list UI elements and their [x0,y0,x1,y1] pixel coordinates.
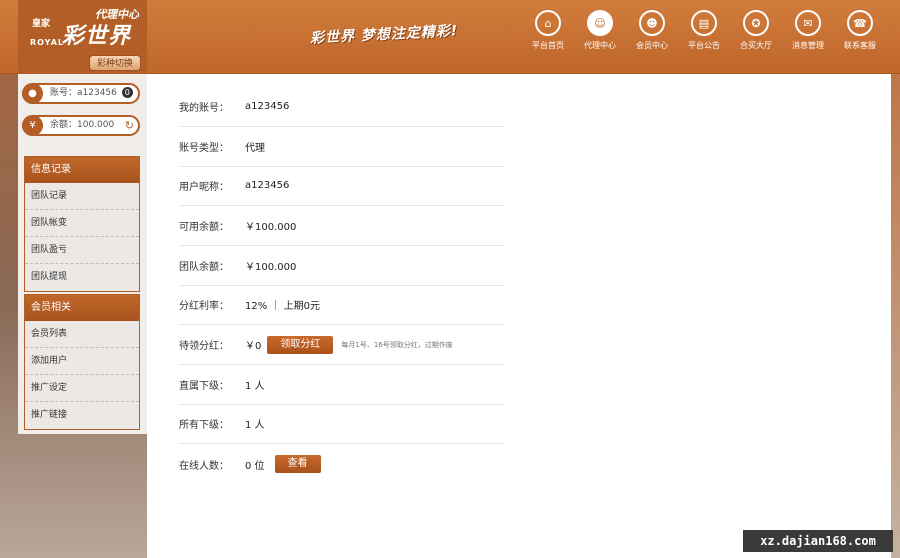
row-value: 1 人 [245,381,265,392]
nav-label: 代理中心 [584,41,616,50]
claim-dividend-button[interactable]: 领取分红 [267,335,334,354]
nav-label: 联系客服 [844,41,876,50]
row-value: 1 人 [245,420,265,431]
nav-label: 平台公告 [688,41,720,50]
user-icon: ☻ [639,10,665,36]
support-icon: ☎ [847,10,873,36]
dividend-hint: 每月1号、16号领取分红，过期作废 [341,340,453,349]
nav-support[interactable]: ☎ 联系客服 [834,10,886,51]
row-value: ￥100.000 [245,222,297,233]
info-row: 待领分红： ￥0 领取分红 每月1号、16号领取分红，过期作废 [179,325,505,365]
menu-group-members: 会员相关 会员列表 添加用户 推广设定 推广链接 [24,294,140,430]
balance-label: 余额： [50,120,78,130]
row-value: 12% ｜ 上期0元 [245,301,320,312]
sidebar-item-team-changes[interactable]: 团队帐变 [25,210,139,237]
nav-label: 消息管理 [792,41,824,50]
group-buy-icon: ✪ [743,10,769,36]
sidebar-item-promo-settings[interactable]: 推广设定 [25,375,139,402]
row-value: 代理 [245,143,265,154]
info-row: 账号类型： 代理 [179,127,505,167]
account-info-panel: 我的账号： a123456 账号类型： 代理 用户昵称： a123456 可用余… [147,74,891,558]
menu-group-info: 信息记录 团队记录 团队帐变 团队盈亏 团队提现 [24,156,140,292]
row-label: 待领分红： [179,341,229,352]
menu-group-title[interactable]: 信息记录 [25,157,139,183]
message-count-badge[interactable]: 0 [121,87,133,98]
row-label: 用户昵称： [179,182,229,193]
row-value: 0 位 [245,460,265,472]
balance-value: 100.000 [77,120,115,130]
row-label: 团队余额： [179,262,229,273]
nav-member-center[interactable]: ☻ 会员中心 [626,10,678,51]
slogan: 彩世界 梦想注定精彩! [309,23,459,47]
refresh-icon[interactable]: ↻ [125,117,134,134]
nav-notice[interactable]: ▤ 平台公告 [678,10,730,51]
logo-royal: ROYAL [30,38,64,47]
sidebar-item-promo-link[interactable]: 推广链接 [25,402,139,429]
agent-icon: ☺ [587,10,613,36]
row-label: 所有下级： [179,420,229,431]
row-value: a123456 [245,180,290,191]
logo[interactable]: 皇家 彩世界 ROYAL 代理中心 彩种切换 [18,0,147,74]
nav-agent-center[interactable]: ☺ 代理中心 [574,10,626,51]
row-value: ￥100.000 [245,262,297,273]
info-row: 可用余额： ￥100.000 [179,206,505,246]
top-nav: ⌂ 平台首页 ☺ 代理中心 ☻ 会员中心 ▤ 平台公告 ✪ 合买大厅 ✉ 消息管… [522,10,886,51]
nav-label: 平台首页 [532,41,564,50]
sidebar-item-team-withdraw[interactable]: 团队提现 [25,264,139,291]
sidebar: ● 账号：a123456 0 ¥ 余额：100.000 ↻ 信息记录 团队记录 … [18,74,147,434]
top-header: 皇家 彩世界 ROYAL 代理中心 彩种切换 彩世界 梦想注定精彩! ⌂ 平台首… [0,0,900,74]
balance-pill: ¥ 余额：100.000 ↻ [22,115,140,136]
info-row: 用户昵称： a123456 [179,166,505,206]
row-label: 可用余额： [179,222,229,233]
nav-label: 合买大厅 [740,41,772,50]
account-pill: ● 账号：a123456 0 [22,83,140,104]
right-edge-strip [891,74,900,558]
notice-icon: ▤ [691,10,717,36]
sidebar-item-member-list[interactable]: 会员列表 [25,321,139,348]
row-label: 分红利率： [179,301,229,312]
logo-tag: 代理中心 [95,8,139,21]
row-value: ￥0 [245,341,262,352]
message-icon: ✉ [795,10,821,36]
nav-home[interactable]: ⌂ 平台首页 [522,10,574,51]
info-row: 我的账号： a123456 [179,87,505,127]
row-value: a123456 [245,101,290,112]
nav-messages[interactable]: ✉ 消息管理 [782,10,834,51]
row-label: 账号类型： [179,143,229,154]
logo-brand-small: 皇家 [32,19,51,29]
sidebar-item-team-records[interactable]: 团队记录 [25,183,139,210]
account-value: a123456 [77,88,117,98]
watermark: xz.dajian168.com [743,530,893,552]
menu-group-title[interactable]: 会员相关 [25,295,139,321]
logo-brand-main: 彩世界 [62,23,132,49]
info-row: 团队余额： ￥100.000 [179,246,505,286]
info-row: 直属下级： 1 人 [179,365,505,405]
row-label: 直属下级： [179,381,229,392]
sidebar-item-add-user[interactable]: 添加用户 [25,348,139,375]
info-row: 所有下级： 1 人 [179,404,505,444]
view-online-button[interactable]: 查看 [274,455,321,473]
account-label: 账号： [50,88,78,98]
info-row: 在线人数： 0 位 查看 [179,444,505,484]
row-label: 我的账号： [179,103,229,114]
sidebar-item-team-profit[interactable]: 团队盈亏 [25,237,139,264]
yen-icon: ¥ [22,115,43,136]
home-icon: ⌂ [535,10,561,36]
info-row: 分红利率： 12% ｜ 上期0元 [179,285,505,325]
user-icon: ● [22,83,43,104]
nav-group-buy[interactable]: ✪ 合买大厅 [730,10,782,51]
nav-label: 会员中心 [636,41,668,50]
lottery-switch-button[interactable]: 彩种切换 [89,55,141,71]
row-label: 在线人数： [179,460,229,472]
